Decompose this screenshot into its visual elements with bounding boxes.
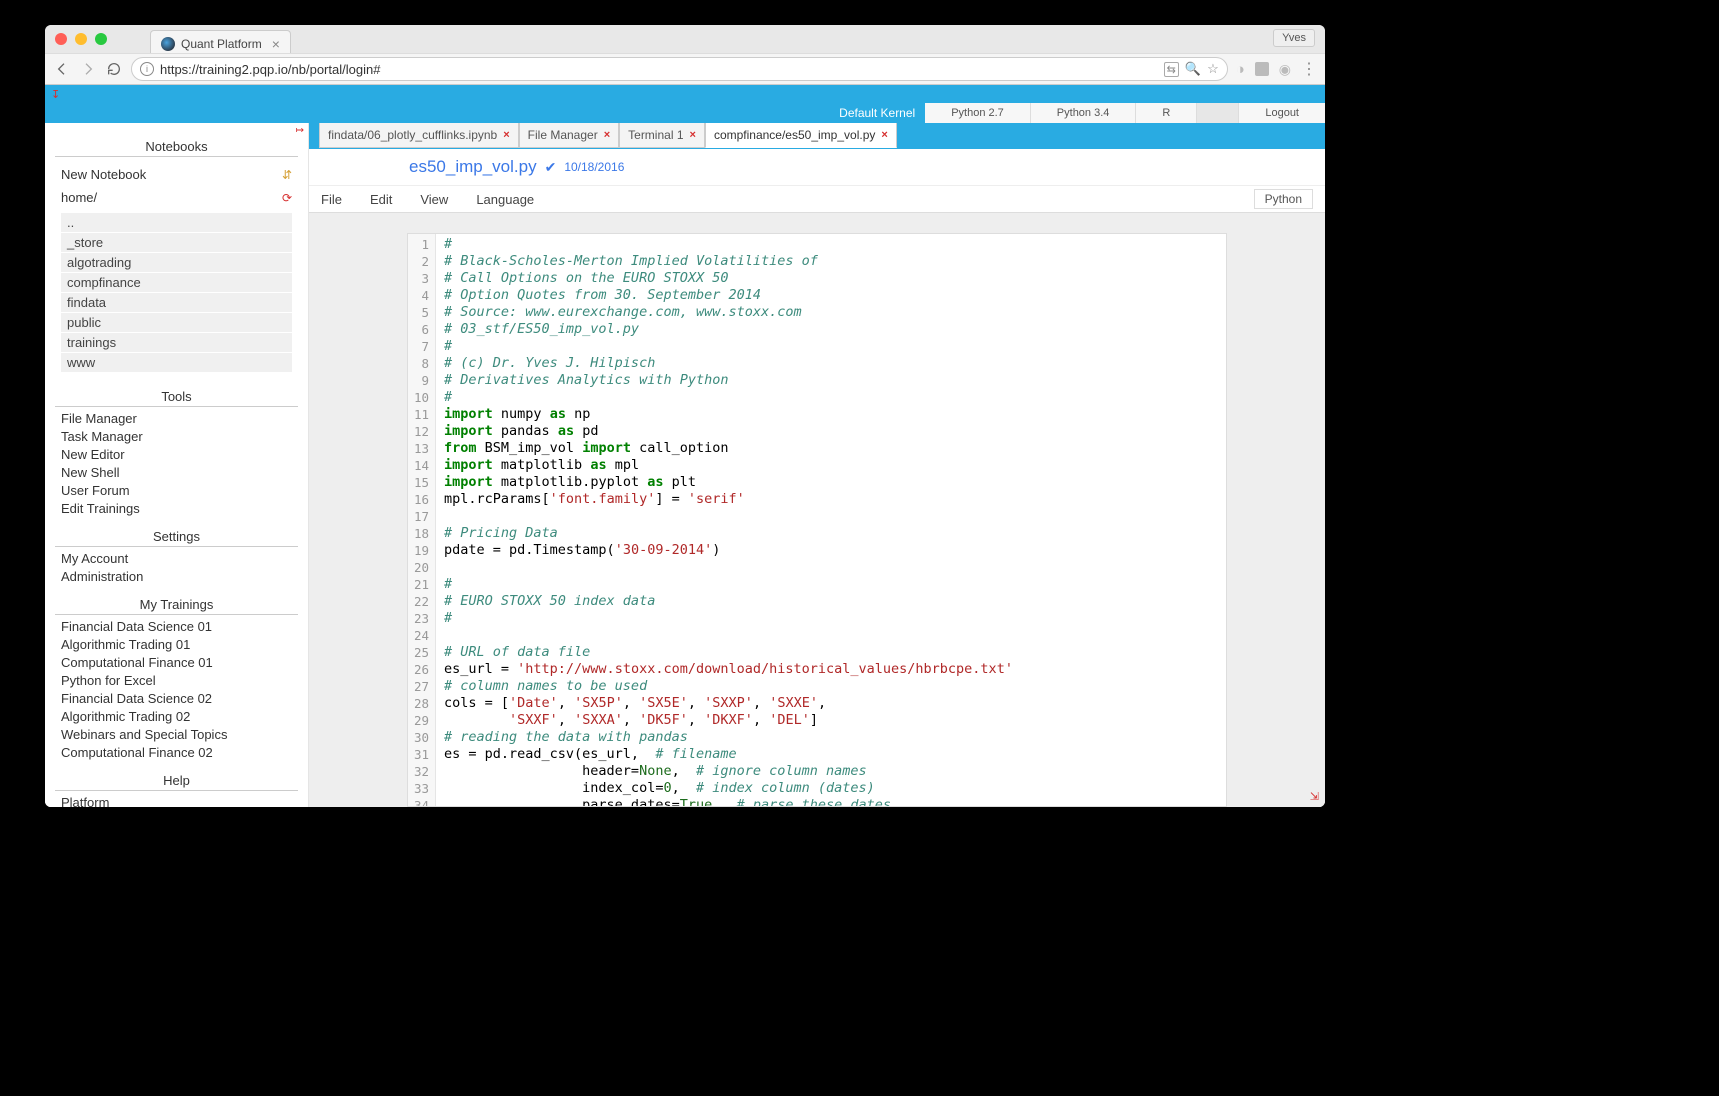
editor-menubar: File Edit View Language Python [309,185,1325,213]
menu-view[interactable]: View [420,192,448,207]
settings-link[interactable]: My Account [61,549,292,567]
expand-corner-icon[interactable]: ⇲ [1310,790,1319,803]
tool-link[interactable]: Edit Trainings [61,499,292,517]
editor-tab-label: compfinance/es50_imp_vol.py [714,128,875,142]
training-link[interactable]: Financial Data Science 01 [61,617,292,635]
menu-language[interactable]: Language [476,192,534,207]
training-link[interactable]: Algorithmic Trading 02 [61,707,292,725]
settings-link[interactable]: Administration [61,567,292,585]
editor-tab[interactable]: File Manager × [519,123,619,148]
menu-file[interactable]: File [321,192,342,207]
section-notebooks: Notebooks [55,133,298,157]
dir-item[interactable]: trainings [61,333,292,352]
reload-button[interactable] [105,60,123,78]
window-close-icon[interactable] [55,33,67,45]
sidebar-collapse-icon[interactable]: ↦ [296,125,304,136]
extension-icon[interactable]: ◑ [1236,61,1245,78]
translate-icon[interactable]: ⇆ [1164,62,1179,77]
browser-toolbar: i https://training2.pqp.io/nb/portal/log… [45,53,1325,85]
sidebar: ↦ Notebooks New Notebook ⇵ home/ ⟳ .._st… [45,123,309,807]
site-info-icon[interactable]: i [140,62,154,76]
training-link[interactable]: Algorithmic Trading 01 [61,635,292,653]
help-link[interactable]: Platform [61,793,292,807]
pin-icon[interactable]: ⇵ [282,168,292,182]
dir-item[interactable]: _store [61,233,292,252]
close-icon[interactable]: × [503,129,509,141]
dir-item[interactable]: algotrading [61,253,292,272]
home-item[interactable]: home/ ⟳ [45,186,308,209]
line-gutter: 1234567891011121314151617181920212223242… [408,234,436,806]
training-link[interactable]: Webinars and Special Topics [61,725,292,743]
chrome-profile-button[interactable]: Yves [1273,29,1315,47]
kernel-button-r[interactable]: R [1136,103,1197,123]
main-panel: findata/06_plotly_cufflinks.ipynb × File … [309,123,1325,807]
favicon-icon [161,37,175,51]
close-icon[interactable]: × [690,129,696,141]
editor-tab-active[interactable]: compfinance/es50_imp_vol.py × [705,123,897,148]
code-editor[interactable]: 1234567891011121314151617181920212223242… [407,233,1227,807]
dir-item[interactable]: findata [61,293,292,312]
forward-button[interactable] [79,60,97,78]
editor-tab-label: findata/06_plotly_cufflinks.ipynb [328,128,497,142]
url-text: https://training2.pqp.io/nb/portal/login… [160,62,380,77]
dir-item[interactable]: compfinance [61,273,292,292]
editor-tab[interactable]: Terminal 1 × [619,123,705,148]
new-notebook-label: New Notebook [61,167,146,182]
collapse-top-icon[interactable]: ↧ [51,88,60,101]
editor-tab-label: File Manager [528,128,598,142]
browser-tab[interactable]: Quant Platform × [150,30,291,53]
tab-title: Quant Platform [181,37,262,51]
bookmark-icon[interactable]: ☆ [1207,61,1219,77]
back-button[interactable] [53,60,71,78]
dir-item[interactable]: www [61,353,292,372]
file-name[interactable]: es50_imp_vol.py [409,157,537,177]
extension-icon[interactable] [1255,62,1269,76]
home-label: home/ [61,190,97,205]
zoom-icon[interactable]: 🔍 [1185,61,1201,77]
language-select[interactable]: Python [1254,189,1313,209]
kernel-bar: Default Kernel Python 2.7 Python 3.4 R L… [45,103,1325,123]
tool-link[interactable]: File Manager [61,409,292,427]
tool-link[interactable]: New Shell [61,463,292,481]
window-minimize-icon[interactable] [75,33,87,45]
tab-close-icon[interactable]: × [272,36,280,52]
logout-button[interactable]: Logout [1239,103,1325,123]
file-date: 10/18/2016 [564,160,624,174]
kernel-button-blank[interactable] [1197,103,1239,123]
tool-link[interactable]: New Editor [61,445,292,463]
code-area[interactable]: ## Black-Scholes-Merton Implied Volatili… [436,234,1021,806]
close-icon[interactable]: × [604,129,610,141]
training-link[interactable]: Computational Finance 02 [61,743,292,761]
section-trainings: My Trainings [55,591,298,615]
default-kernel-label: Default Kernel [829,106,925,120]
new-notebook-item[interactable]: New Notebook ⇵ [45,163,308,186]
quant-topbar: ↧ [45,85,1325,103]
kernel-button-py34[interactable]: Python 3.4 [1031,103,1137,123]
section-help: Help [55,767,298,791]
saved-check-icon: ✔ [545,159,557,176]
close-icon[interactable]: × [881,129,887,141]
tool-link[interactable]: User Forum [61,481,292,499]
refresh-icon[interactable]: ⟳ [282,191,292,205]
file-header: es50_imp_vol.py ✔ 10/18/2016 [309,149,1325,185]
window-maximize-icon[interactable] [95,33,107,45]
kebab-menu-icon[interactable]: ⋮ [1301,59,1317,79]
kernel-button-py27[interactable]: Python 2.7 [925,103,1031,123]
training-link[interactable]: Computational Finance 01 [61,653,292,671]
tool-link[interactable]: Task Manager [61,427,292,445]
browser-titlebar: Quant Platform × Yves [45,25,1325,53]
section-tools: Tools [55,383,298,407]
editor-tab[interactable]: findata/06_plotly_cufflinks.ipynb × [319,123,519,148]
section-settings: Settings [55,523,298,547]
editor-tab-label: Terminal 1 [628,128,683,142]
training-link[interactable]: Financial Data Science 02 [61,689,292,707]
extension-icon[interactable]: ◉ [1279,61,1291,78]
dir-item[interactable]: .. [61,213,292,232]
dir-item[interactable]: public [61,313,292,332]
training-link[interactable]: Python for Excel [61,671,292,689]
editor-tabstrip: findata/06_plotly_cufflinks.ipynb × File … [309,123,1325,149]
address-bar[interactable]: i https://training2.pqp.io/nb/portal/log… [131,57,1228,81]
menu-edit[interactable]: Edit [370,192,392,207]
